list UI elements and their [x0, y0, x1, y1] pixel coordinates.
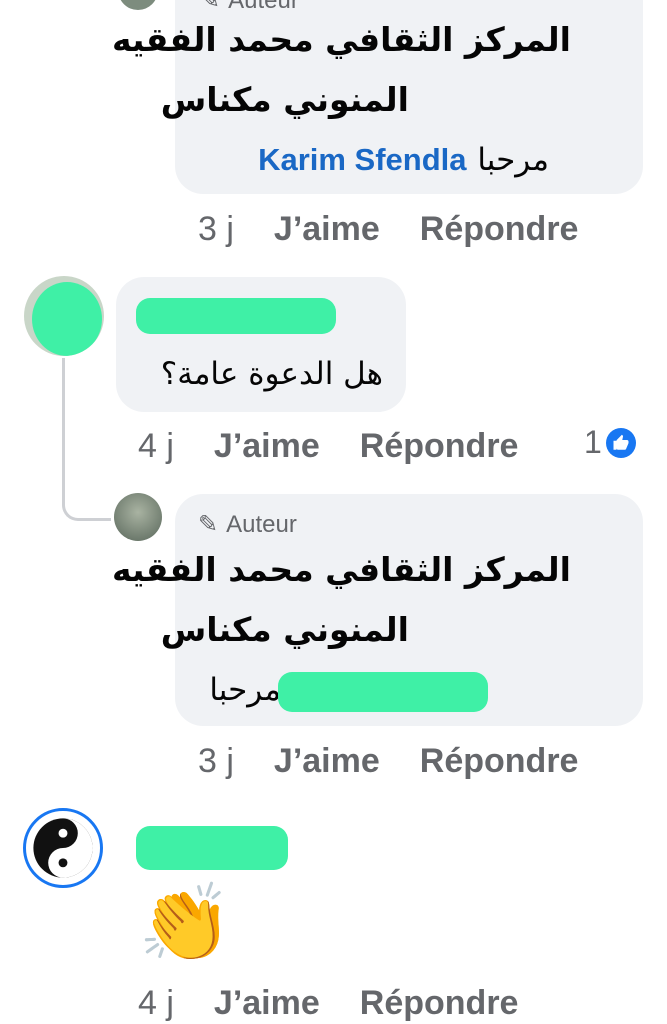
- avatar-page[interactable]: [114, 493, 162, 541]
- timestamp[interactable]: 4 j: [138, 427, 174, 466]
- comment-actions: 4 j J’aime Répondre: [138, 427, 518, 466]
- redacted-mention[interactable]: [278, 672, 488, 712]
- redacted-username[interactable]: [136, 298, 336, 334]
- yin-yang-avatar[interactable]: [23, 808, 103, 888]
- reply-button[interactable]: Répondre: [420, 742, 579, 781]
- reaction-summary[interactable]: 1: [584, 424, 636, 461]
- like-button[interactable]: J’aime: [274, 210, 380, 249]
- reply-button[interactable]: Répondre: [360, 984, 519, 1023]
- timestamp[interactable]: 3 j: [198, 210, 234, 249]
- avatar[interactable]: [24, 276, 104, 356]
- pencil-icon: ✎: [200, 0, 221, 14]
- timestamp[interactable]: 3 j: [198, 742, 234, 781]
- comment-text: مرحبا Karim Sfendla: [258, 138, 549, 182]
- comment-actions: 3 j J’aime Répondre: [198, 210, 578, 249]
- avatar-page[interactable]: [118, 0, 158, 10]
- author-badge: ✎ Auteur: [198, 510, 297, 539]
- comment-actions: 4 j J’aime Répondre: [138, 984, 518, 1023]
- reaction-count: 1: [584, 424, 602, 460]
- author-badge: ✎ Auteur: [200, 0, 299, 15]
- reply-prefix: مرحبا: [209, 672, 281, 708]
- mention-link[interactable]: Karim Sfendla: [258, 142, 466, 177]
- like-thumb-icon: [605, 427, 636, 458]
- reply-button[interactable]: Répondre: [360, 427, 519, 466]
- reply-button[interactable]: Répondre: [420, 210, 579, 249]
- like-button[interactable]: J’aime: [214, 984, 320, 1023]
- comment-actions: 3 j J’aime Répondre: [198, 742, 578, 781]
- page-name-line2[interactable]: المنوني مكناس: [161, 78, 409, 122]
- thread-connector: [62, 358, 111, 521]
- page-name-line1[interactable]: المركز الثقافي محمد الفقيه: [112, 18, 571, 62]
- pencil-icon: ✎: [198, 511, 219, 538]
- reply-prefix: مرحبا: [477, 142, 549, 178]
- page-name-line2[interactable]: المنوني مكناس: [161, 608, 409, 652]
- like-button[interactable]: J’aime: [214, 427, 320, 466]
- timestamp[interactable]: 4 j: [138, 984, 174, 1023]
- redaction-mark: [32, 282, 102, 356]
- redacted-username[interactable]: [136, 826, 288, 870]
- page-name-line1[interactable]: المركز الثقافي محمد الفقيه: [112, 548, 571, 592]
- clapping-hands-emoji: 👏: [138, 878, 233, 967]
- comment-text: هل الدعوة عامة؟: [160, 356, 383, 392]
- like-button[interactable]: J’aime: [274, 742, 380, 781]
